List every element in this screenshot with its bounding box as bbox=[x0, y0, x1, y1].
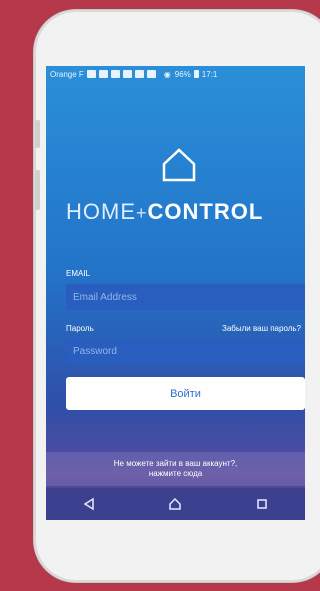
email-label: EMAIL bbox=[66, 269, 91, 278]
android-nav-bar bbox=[46, 488, 305, 520]
cant-login-link[interactable]: Не можете зайти в ваш аккаунт?, нажмите … bbox=[46, 452, 305, 486]
volume-button bbox=[35, 120, 40, 148]
brand-control: CONTROL bbox=[147, 199, 264, 224]
home-icon[interactable] bbox=[168, 497, 182, 511]
status-bar: Orange F ◉ 96% 17:1 bbox=[46, 66, 305, 82]
brand-title: HOME+CONTROL bbox=[66, 199, 263, 225]
battery-icon bbox=[193, 70, 199, 78]
cant-login-line2: нажмите сюда bbox=[148, 469, 203, 478]
password-field[interactable]: Password bbox=[66, 338, 305, 364]
clock-text: 17:1 bbox=[201, 69, 218, 79]
recents-icon[interactable] bbox=[255, 497, 269, 511]
flipboard-icon bbox=[146, 70, 156, 78]
wifi-icon: ◉ bbox=[163, 69, 171, 79]
cant-login-line1: Не можете зайти в ваш аккаунт?, bbox=[113, 459, 238, 468]
notification-icon bbox=[86, 70, 96, 78]
app-icon bbox=[110, 70, 120, 78]
email-field[interactable]: Email Address bbox=[66, 284, 305, 310]
message-icon bbox=[134, 70, 144, 78]
power-button bbox=[35, 170, 40, 210]
house-logo-icon bbox=[162, 148, 196, 182]
brand-home: HOME bbox=[66, 199, 136, 224]
signin-button[interactable]: Войти bbox=[66, 377, 305, 410]
forgot-password-link[interactable]: Забыли ваш пароль? bbox=[222, 324, 301, 333]
calendar-icon bbox=[98, 70, 108, 78]
battery-text: 96% bbox=[174, 69, 191, 79]
app-screen: Orange F ◉ 96% 17:1 HOME+CONTROL EMAIL E… bbox=[46, 66, 305, 520]
mail-icon bbox=[122, 70, 132, 78]
brand-plus: + bbox=[136, 203, 148, 223]
password-label: Пароль bbox=[66, 324, 94, 333]
back-icon[interactable] bbox=[82, 497, 96, 511]
carrier-text: Orange F bbox=[50, 69, 84, 79]
